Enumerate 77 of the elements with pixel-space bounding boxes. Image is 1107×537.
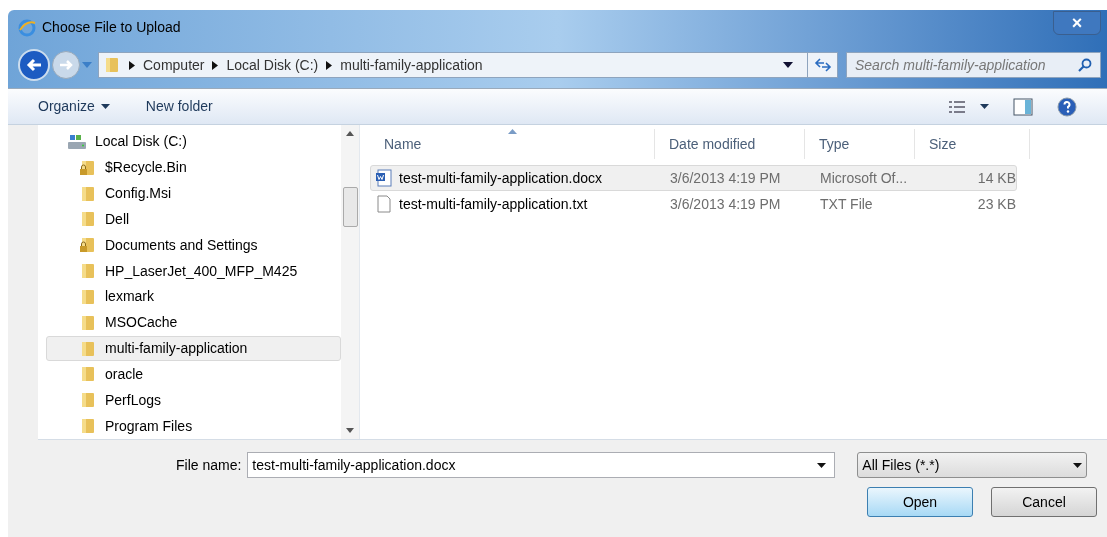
folder-icon xyxy=(103,56,121,74)
folder-icon xyxy=(79,287,97,306)
folder-icon xyxy=(79,210,97,229)
folder-tree-item[interactable]: lexmark xyxy=(46,283,341,310)
text-file-icon xyxy=(375,195,393,213)
column-header[interactable]: Date modified xyxy=(655,129,805,159)
locked-folder-icon xyxy=(79,158,97,177)
breadcrumb-arrow-icon[interactable] xyxy=(129,60,135,70)
folder-tree-item[interactable]: Documents and Settings xyxy=(46,232,341,259)
date-modified: 3/6/2013 4:19 PM xyxy=(669,168,782,188)
folder-icon xyxy=(79,417,97,435)
sort-arrow-icon xyxy=(508,129,517,134)
search-field[interactable]: Search multi-family-application xyxy=(846,52,1101,78)
address-bar[interactable]: Computer Local Disk (C:) multi-family-application xyxy=(98,52,838,78)
drive-icon xyxy=(67,132,87,151)
breadcrumb-item[interactable]: multi-family-application xyxy=(340,54,483,76)
caret-icon[interactable] xyxy=(980,104,989,109)
organize-menu[interactable]: Organize xyxy=(38,96,110,117)
folder-icon xyxy=(79,339,97,358)
scrollbar[interactable] xyxy=(341,125,359,439)
file-name-field[interactable]: test-multi-family-application.docx xyxy=(247,452,836,478)
forward-arrow-icon xyxy=(59,59,73,71)
column-header[interactable]: Type xyxy=(805,129,915,159)
folder-tree-item[interactable]: PerfLogs xyxy=(46,387,341,414)
open-button[interactable]: Open xyxy=(867,487,973,517)
refresh-arrows-icon xyxy=(813,58,832,72)
breadcrumb-arrow-icon[interactable] xyxy=(326,60,333,70)
locked-folder-icon xyxy=(79,236,97,255)
folder-tree-item[interactable]: Dell xyxy=(46,206,341,233)
back-button[interactable] xyxy=(18,49,50,81)
file-row[interactable]: test-multi-family-application.docx 3/6/2013 4:19 PM Microsoft Of... 14 KB xyxy=(370,165,1017,191)
file-type-select[interactable]: All Files (*.*) xyxy=(857,452,1088,478)
breadcrumb-item[interactable]: Computer xyxy=(143,54,205,76)
browser-logo-icon xyxy=(18,18,36,37)
folder-tree-item[interactable]: Local Disk (C:) xyxy=(46,129,341,155)
new-folder-button[interactable]: New folder xyxy=(145,96,213,117)
folder-icon xyxy=(79,365,97,384)
scroll-up-icon[interactable] xyxy=(346,131,354,136)
breadcrumb-arrow-icon[interactable] xyxy=(212,60,219,70)
back-arrow-icon xyxy=(26,58,42,72)
file-size: 14 KB xyxy=(976,168,1016,188)
folder-tree-item[interactable]: HP_LaserJet_400_MFP_M425 xyxy=(46,258,341,284)
folder-tree-item[interactable]: MSOCache xyxy=(46,309,341,336)
folder-icon xyxy=(79,313,97,332)
file-name: test-multi-family-application.docx xyxy=(399,168,603,188)
file-name: test-multi-family-application.txt xyxy=(399,194,588,214)
folder-tree-item[interactable]: Config.Msi xyxy=(46,180,341,207)
dropdown-caret-icon[interactable] xyxy=(783,62,793,68)
caret-icon xyxy=(100,104,110,109)
window-title: Choose File to Upload xyxy=(42,18,181,37)
word-document-icon xyxy=(375,169,393,187)
file-name-label: File name: xyxy=(176,455,242,475)
folder-icon xyxy=(79,391,97,410)
folder-tree-item[interactable]: $Recycle.Bin xyxy=(46,154,341,181)
close-button[interactable]: × xyxy=(1053,10,1101,35)
column-header[interactable]: Size xyxy=(915,129,1030,159)
file-size: 23 KB xyxy=(976,194,1016,214)
column-header[interactable]: Name xyxy=(370,129,655,159)
folder-icon xyxy=(79,262,97,281)
date-modified: 3/6/2013 4:19 PM xyxy=(669,194,782,214)
folder-tree-item[interactable]: multi-family-application xyxy=(46,335,341,362)
scroll-down-icon[interactable] xyxy=(346,428,354,433)
preview-pane-icon[interactable] xyxy=(1013,97,1033,116)
view-options-icon[interactable] xyxy=(948,99,966,114)
cancel-button[interactable]: Cancel xyxy=(991,487,1097,517)
folder-tree-item[interactable]: oracle xyxy=(46,361,341,388)
search-icon xyxy=(1078,58,1092,72)
file-row[interactable]: test-multi-family-application.txt 3/6/2013 4:19 PM TXT File 23 KB xyxy=(370,191,1017,217)
folder-tree-item[interactable]: Program Files xyxy=(46,413,341,439)
folder-icon xyxy=(79,184,97,203)
scrollbar-thumb[interactable] xyxy=(342,187,358,227)
dropdown-caret-icon xyxy=(1073,462,1083,468)
breadcrumb-item[interactable]: Local Disk (C:) xyxy=(226,54,319,76)
file-type: TXT File xyxy=(819,194,874,214)
dropdown-caret-icon[interactable] xyxy=(817,462,827,468)
help-icon[interactable] xyxy=(1057,96,1077,117)
file-type: Microsoft Of... xyxy=(819,168,909,188)
